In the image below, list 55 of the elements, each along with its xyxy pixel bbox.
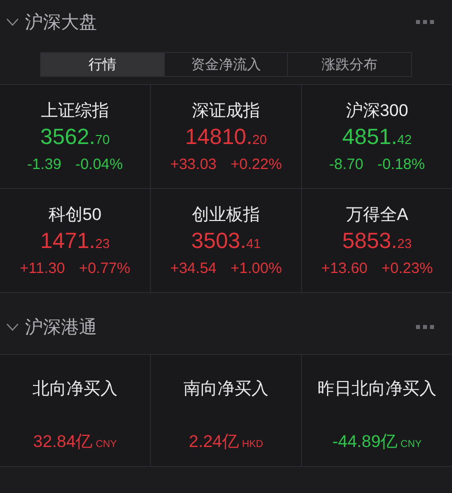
section-title: 沪深大盘 xyxy=(25,10,97,34)
flow-value: -44.89亿 xyxy=(332,431,398,453)
index-price: 14810. xyxy=(185,123,252,151)
change-value: +33.03 xyxy=(170,155,216,175)
change-percent: +0.23% xyxy=(382,259,433,279)
index-card[interactable]: 万得全A 5853.23 +13.60 +0.23% xyxy=(302,189,452,292)
change-value: +13.60 xyxy=(321,259,368,279)
index-card[interactable]: 深证成指 14810.20 +33.03 +0.22% xyxy=(151,85,301,188)
change-percent: +0.22% xyxy=(230,155,282,175)
chevron-icon[interactable] xyxy=(6,18,19,26)
currency-unit: HKD xyxy=(242,438,264,452)
index-price: 5853. xyxy=(342,227,398,255)
flow-card[interactable]: 北向净买入 32.84亿 CNY xyxy=(0,355,150,466)
flow-card[interactable]: 昨日北向净买入 -44.89亿 CNY xyxy=(302,355,452,466)
index-card[interactable]: 创业板指 3503.41 +34.54 +1.00% xyxy=(151,189,301,292)
more-icon[interactable] xyxy=(416,20,434,24)
index-card[interactable]: 上证综指 3562.70 -1.39 -0.04% xyxy=(0,85,150,188)
flow-value: 2.24亿 xyxy=(188,431,239,453)
section-title: 沪深港通 xyxy=(25,316,97,338)
chevron-icon[interactable] xyxy=(6,323,19,331)
change-percent: -0.18% xyxy=(377,155,425,175)
index-price: 3562. xyxy=(40,123,96,151)
more-icon[interactable] xyxy=(416,325,434,329)
price-decimals: 20 xyxy=(252,131,267,149)
index-name: 沪深300 xyxy=(346,100,408,122)
index-card[interactable]: 沪深300 4851.42 -8.70 -0.18% xyxy=(302,85,452,188)
index-name: 深证成指 xyxy=(192,100,260,122)
flow-label: 南向净买入 xyxy=(184,378,268,400)
flow-value: 32.84亿 xyxy=(33,431,93,453)
index-price: 3503. xyxy=(191,227,246,255)
index-card[interactable]: 科创50 1471.23 +11.30 +0.77% xyxy=(0,189,150,292)
index-name: 创业板指 xyxy=(192,204,260,226)
change-value: -1.39 xyxy=(27,155,62,175)
change-value: +11.30 xyxy=(20,259,65,279)
index-name: 万得全A xyxy=(346,204,408,226)
price-decimals: 41 xyxy=(246,235,261,253)
flow-label: 昨日北向净买入 xyxy=(318,378,436,400)
price-decimals: 70 xyxy=(95,131,110,149)
change-percent: +1.00% xyxy=(230,259,282,279)
price-decimals: 23 xyxy=(397,235,412,253)
price-decimals: 42 xyxy=(397,131,412,149)
change-percent: +0.77% xyxy=(78,259,130,279)
flow-card[interactable]: 南向净买入 2.24亿 HKD xyxy=(151,355,301,466)
currency-unit: CNY xyxy=(96,438,117,452)
price-decimals: 23 xyxy=(95,235,110,253)
change-value: +34.54 xyxy=(170,259,216,279)
tab[interactable]: 行情 xyxy=(41,53,164,76)
change-percent: -0.04% xyxy=(75,155,123,175)
index-price: 1471. xyxy=(40,227,96,255)
currency-unit: CNY xyxy=(400,438,422,452)
flow-label: 北向净买入 xyxy=(32,378,118,400)
change-value: -8.70 xyxy=(329,155,364,175)
index-price: 4851. xyxy=(342,123,398,151)
index-name: 科创50 xyxy=(48,204,102,226)
index-name: 上证综指 xyxy=(41,100,109,122)
